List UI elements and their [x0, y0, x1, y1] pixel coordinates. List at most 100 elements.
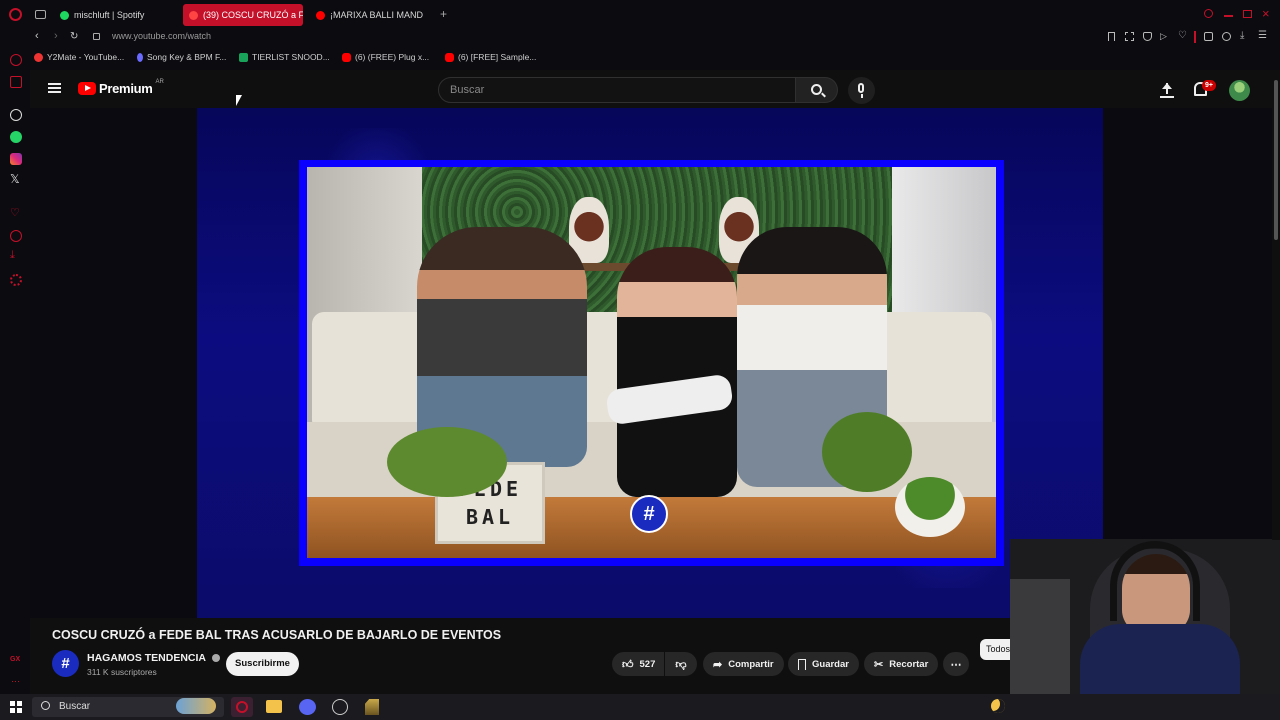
heart-icon[interactable]: ♡	[10, 206, 20, 219]
share-label: Compartir	[728, 658, 774, 670]
microphone-icon	[858, 83, 864, 93]
person-middle	[617, 247, 737, 497]
youtube-icon	[445, 52, 454, 62]
search-button[interactable]	[796, 77, 838, 103]
spotify-icon	[60, 10, 69, 20]
save-button[interactable]: Guardar	[788, 652, 859, 676]
shield-icon[interactable]	[1143, 32, 1152, 41]
download-icon[interactable]: ⤓	[10, 249, 15, 262]
subscriber-count: 311 K suscriptores	[87, 667, 157, 677]
share-button[interactable]: ➦ Compartir	[703, 652, 784, 676]
whatsapp-icon[interactable]	[10, 131, 22, 143]
maximize-button[interactable]	[1243, 10, 1252, 18]
history-icon[interactable]	[10, 230, 22, 242]
upload-icon[interactable]	[1160, 81, 1174, 99]
bookmark-sample[interactable]: (6) [FREE] Sample...	[445, 52, 536, 62]
avatar[interactable]	[1229, 80, 1250, 101]
address-bar: ‹ › ↻ www.youtube.com/watch ▷ ♡ ⤓ ☰	[0, 28, 1280, 46]
tab-label: (39) COSCU CRUZÓ a FE	[203, 10, 303, 20]
page-scrollbar[interactable]	[1272, 70, 1280, 540]
new-tab-button[interactable]: +	[440, 7, 447, 21]
back-icon[interactable]: ‹	[35, 30, 39, 42]
tab-youtube-marixa[interactable]: ¡MARIXA BALLI MAND	[310, 4, 434, 26]
bookmark-tierlist[interactable]: TIERLIST SNOOD...	[239, 52, 330, 62]
flow-icon[interactable]: ▷	[1160, 31, 1167, 42]
like-button[interactable]: 👍︎ 527	[612, 652, 664, 676]
profile-icon[interactable]	[1222, 32, 1231, 41]
discord-icon[interactable]	[299, 699, 316, 715]
clip-button[interactable]: ✂ Recortar	[864, 652, 939, 676]
bookmark-label: TIERLIST SNOOD...	[252, 52, 330, 62]
download-icon[interactable]: ⤓	[1240, 30, 1244, 41]
bookmark-y2mate[interactable]: Y2Mate - YouTube...	[34, 52, 124, 62]
minimize-button[interactable]	[1224, 15, 1233, 17]
tab-overview-icon[interactable]	[35, 10, 46, 19]
settings-icon[interactable]	[10, 274, 22, 286]
like-count: 527	[639, 658, 656, 670]
tab-spotify[interactable]: mischluft | Spotify	[54, 4, 178, 26]
weather-moon-icon[interactable]	[991, 699, 1005, 713]
forward-icon[interactable]: ›	[54, 30, 58, 42]
youtube-logo[interactable]: Premium AR	[78, 78, 164, 96]
youtube-icon	[189, 10, 198, 20]
extensions-icon[interactable]	[1204, 32, 1213, 41]
channel-name-text: HAGAMOS TENDENCIA	[87, 652, 206, 664]
hamburger-menu-icon[interactable]	[48, 83, 61, 93]
youtube-icon	[316, 10, 325, 20]
shelf-left	[1010, 579, 1070, 694]
bookmark-label: (6) [FREE] Sample...	[458, 52, 537, 62]
gx-icon[interactable]: GX	[10, 656, 20, 663]
bookmark-icon	[798, 658, 806, 670]
save-label: Guardar	[812, 658, 849, 670]
tab-label: mischluft | Spotify	[74, 10, 145, 20]
bookmark-plug[interactable]: (6) (FREE) Plug x...	[342, 52, 429, 62]
opera-gx-taskbar-icon[interactable]	[231, 697, 253, 717]
search-input[interactable]: Buscar	[438, 77, 796, 103]
close-window-button[interactable]: ×	[1262, 6, 1270, 21]
file-explorer-icon[interactable]	[266, 700, 282, 713]
url-field[interactable]: www.youtube.com/watch	[112, 31, 211, 41]
y2mate-icon	[34, 52, 43, 62]
search-icon	[41, 701, 50, 710]
more-actions-button[interactable]: ⋯	[943, 652, 969, 676]
channel-name[interactable]: HAGAMOS TENDENCIA	[87, 652, 220, 664]
steam-icon[interactable]	[332, 699, 348, 715]
more-icon[interactable]: ⋯	[11, 676, 20, 687]
windows-start-icon[interactable]	[10, 701, 22, 713]
plant-left	[387, 427, 507, 497]
snapshot-icon[interactable]	[1125, 32, 1134, 41]
aria-icon[interactable]	[10, 54, 22, 66]
country-code: AR	[155, 78, 164, 85]
subscribe-button[interactable]: Suscribirme	[226, 652, 299, 676]
reload-icon[interactable]: ↻	[70, 31, 78, 42]
opera-sidebar: 𝕏 ♡ ⤓ GX ⋯	[0, 28, 30, 694]
crypto-wallet-icon[interactable]	[10, 76, 22, 88]
webcam-person	[1122, 554, 1190, 634]
search-tabs-icon[interactable]	[1204, 9, 1213, 18]
x-twitter-icon[interactable]: 𝕏	[10, 172, 20, 186]
webcam-overlay	[1010, 539, 1280, 694]
bookmark-icon[interactable]	[1108, 32, 1115, 41]
music-note-icon	[137, 52, 143, 62]
dislike-button[interactable]: 👎︎	[665, 652, 697, 676]
notification-badge: 9+	[1202, 80, 1216, 91]
sheets-icon	[239, 52, 248, 62]
thumbs-up-icon: 👍︎	[622, 658, 634, 671]
taskbar-search-label: Buscar	[59, 701, 91, 712]
voice-search-button[interactable]	[848, 77, 875, 104]
clip-label: Recortar	[889, 658, 929, 670]
instagram-icon[interactable]	[10, 153, 22, 165]
heart-icon[interactable]: ♡	[1178, 30, 1187, 41]
bookmark-songkey[interactable]: Song Key & BPM F...	[137, 52, 226, 62]
channel-avatar[interactable]: #	[52, 650, 79, 677]
bookmark-label: Y2Mate - YouTube...	[47, 52, 125, 62]
menu-icon[interactable]: ☰	[1258, 30, 1267, 41]
tab-youtube-current[interactable]: (39) COSCU CRUZÓ a FE	[183, 4, 303, 26]
opera-logo-icon[interactable]	[9, 8, 22, 21]
league-icon[interactable]	[365, 699, 379, 715]
bookmarks-bar: Y2Mate - YouTube... Song Key & BPM F... …	[0, 50, 1280, 68]
chatgpt-icon[interactable]	[10, 109, 22, 121]
copilot-sparkle-icon[interactable]	[176, 698, 216, 714]
tab-bar: mischluft | Spotify (39) COSCU CRUZÓ a F…	[0, 0, 1280, 28]
scrollbar-thumb[interactable]	[1274, 80, 1278, 240]
